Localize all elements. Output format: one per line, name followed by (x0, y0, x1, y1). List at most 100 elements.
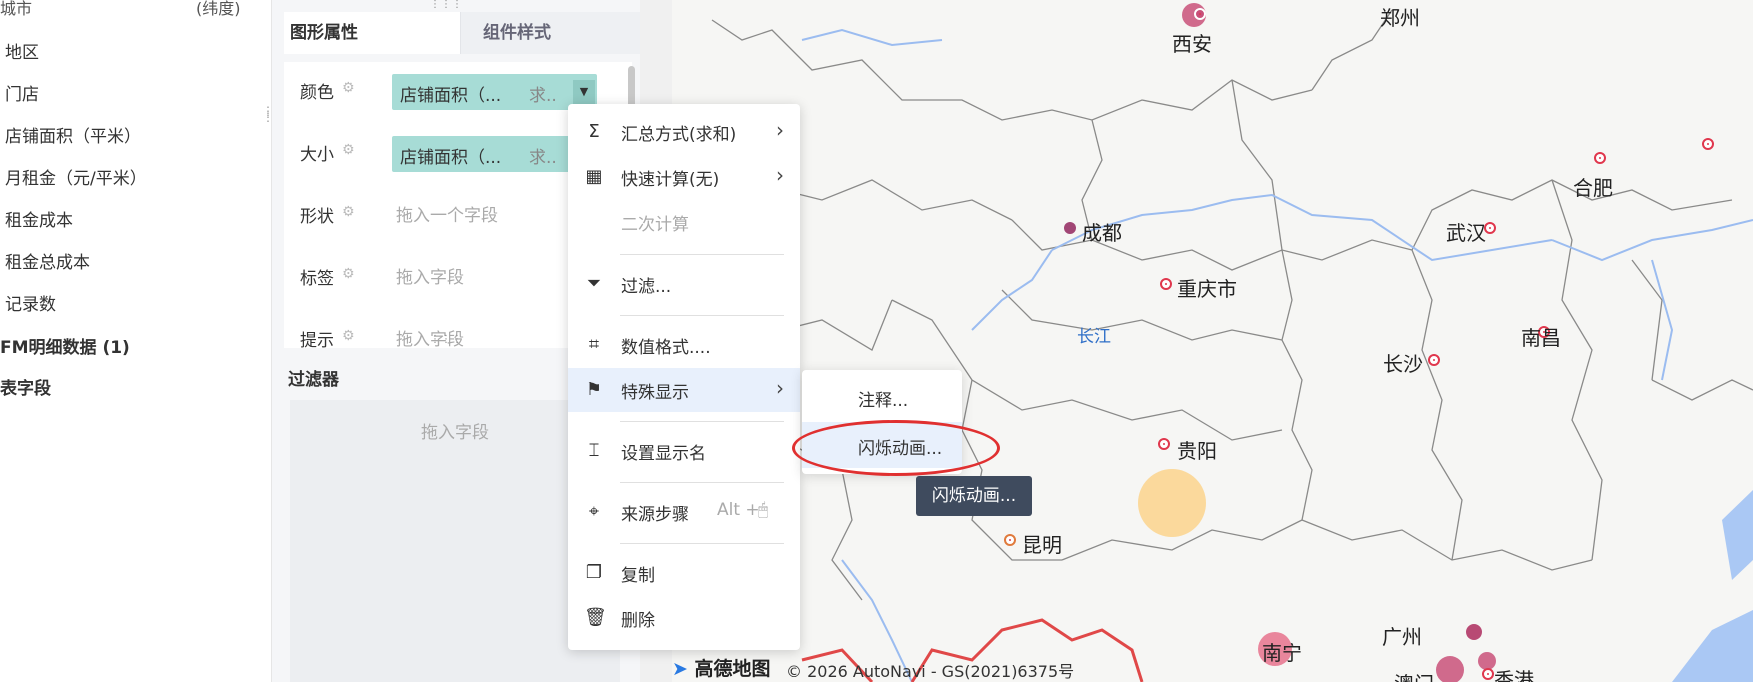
filter-icon: ⏷ (586, 273, 602, 294)
menu-separator (620, 315, 784, 316)
menu-item-label: 删除 (621, 611, 655, 631)
menu-item-set-display-name[interactable]: ⌶ 设置显示名 (568, 429, 800, 473)
menu-separator (620, 421, 784, 422)
field-rent-cost[interactable]: 租金成本 (5, 206, 73, 231)
bubble-macau[interactable] (1436, 656, 1464, 682)
copy-icon: ❐ (585, 562, 603, 583)
pill-aggregation: 求.. (529, 86, 557, 106)
gear-icon[interactable]: ⚙ (342, 205, 357, 220)
menu-item-quick-calc[interactable]: ▦ 快速计算(无) › (568, 155, 800, 199)
gear-icon[interactable]: ⚙ (342, 329, 357, 344)
city-label-hongkong: 香港 (1494, 668, 1534, 682)
trash-icon: 🗑 (584, 607, 607, 628)
menu-item-label: 来源步骤 (621, 505, 689, 525)
city-label-xian: 西安 (1172, 32, 1212, 56)
shelf-color-label: 颜色 (300, 83, 334, 103)
field-group-table-fields[interactable]: 表字段 (0, 374, 51, 399)
city-label-hefei: 合肥 (1573, 176, 1613, 200)
submenu-item-annotation[interactable]: 注释... (802, 374, 962, 420)
field-region[interactable]: 地区 (5, 38, 39, 63)
tab-component-style[interactable]: 组件样式 (460, 12, 641, 54)
menu-item-filter[interactable]: ⏷ 过滤... (568, 262, 800, 306)
shelf-label-label: 标签 (300, 269, 334, 289)
menu-item-label: 汇总方式(求和) (621, 125, 737, 145)
city-dot-chongqing (1160, 278, 1172, 290)
chevron-right-icon: › (776, 118, 784, 142)
bubble-guangzhou[interactable] (1466, 624, 1482, 640)
amap-logo[interactable]: ➤ 高德地图 (672, 654, 771, 681)
field-city-row[interactable]: 城市 (纬度) (0, 0, 250, 19)
menu-separator (620, 254, 784, 255)
menu-item-label: 二次计算 (621, 215, 689, 235)
chevron-right-icon: › (776, 163, 784, 187)
menu-separator (620, 543, 784, 544)
menu-item-secondary-calc: 二次计算 (568, 200, 800, 244)
flag-icon: ⚑ (585, 379, 603, 400)
menu-item-label: 设置显示名 (621, 444, 706, 464)
tab-graphic-properties-label: 图形属性 (290, 23, 358, 43)
shelf-size-label: 大小 (300, 145, 334, 165)
drag-handle-middle[interactable]: ⋮⋮⋮ (430, 335, 463, 345)
filter-section-title: 过滤器 (288, 370, 339, 390)
map-boundaries (701, 9, 1753, 682)
submenu-item-label: 注释... (858, 391, 909, 411)
field-group-fm-detail[interactable]: FM明细数据 (1) (0, 333, 130, 358)
city-dot-hongkong (1482, 668, 1494, 680)
gear-icon[interactable]: ⚙ (342, 81, 357, 96)
rename-icon: ⌶ (588, 440, 600, 461)
color-field-pill[interactable]: 店铺面积（... 求.. ▼ (392, 74, 597, 110)
menu-item-label: 特殊显示 (621, 383, 689, 403)
shelf-shape-placeholder: 拖入一个字段 (396, 206, 498, 226)
menu-item-label: 快速计算(无) (621, 170, 720, 190)
shelf-shape-label: 形状 (300, 207, 334, 227)
city-label-nanning: 南宁 (1262, 641, 1302, 665)
menu-shortcut: Alt + (717, 500, 760, 520)
field-store-area[interactable]: 店铺面积（平米） (5, 122, 141, 147)
drag-handle-top[interactable]: ⋮⋮⋮ (430, 0, 463, 10)
pill-field-name: 店铺面积（... (400, 86, 502, 106)
city-label-chongqing: 重庆市 (1177, 277, 1237, 301)
size-field-pill[interactable]: 店铺面积（... 求.. (392, 136, 597, 172)
city-label-kunming: 昆明 (1022, 533, 1062, 557)
field-list-panel: 城市 (纬度) 地区 门店 店铺面积（平米） 月租金（元/平米） 租金成本 租金… (0, 0, 274, 682)
chevron-right-icon: › (776, 376, 784, 400)
menu-item-copy[interactable]: ❐ 复制 (568, 551, 800, 595)
calculator-icon: ▦ (585, 166, 603, 187)
pill-field-name: 店铺面积（... (400, 148, 502, 168)
pill-aggregation: 求.. (529, 148, 557, 168)
bubble-chengdu[interactable] (1064, 222, 1076, 234)
field-store[interactable]: 门店 (5, 80, 39, 105)
menu-item-label: 数值格式.... (621, 338, 711, 358)
context-menu: Σ 汇总方式(求和) › ▦ 快速计算(无) › 二次计算 ⏷ 过滤... ⌗ … (568, 104, 800, 650)
menu-item-label: 过滤... (621, 277, 672, 297)
field-record-count[interactable]: 记录数 (5, 290, 56, 315)
field-monthly-rent[interactable]: 月租金（元/平米） (5, 164, 147, 189)
target-icon: ⌖ (588, 501, 600, 522)
menu-item-delete[interactable]: 🗑 删除 (568, 596, 800, 640)
city-label-zhengzhou: 郑州 (1380, 6, 1420, 30)
tab-graphic-properties[interactable]: 图形属性 (284, 12, 460, 54)
shelf-tooltip-label: 提示 (300, 331, 334, 348)
menu-item-aggregation[interactable]: Σ 汇总方式(求和) › (568, 110, 800, 154)
menu-separator (620, 482, 784, 483)
gear-icon[interactable]: ⚙ (342, 267, 357, 282)
mouse-icon: 🖱 (758, 500, 769, 520)
field-total-rent-cost[interactable]: 租金总成本 (5, 248, 90, 273)
dropdown-arrow-icon[interactable]: ▼ (573, 80, 595, 104)
city-label-nanchang: 南昌 (1521, 326, 1561, 350)
city-dot-hefei (1594, 152, 1606, 164)
river-label-yangtze: 长江 (1077, 327, 1111, 347)
city-label-macau: 澳门 (1394, 668, 1434, 682)
map-canvas[interactable]: 郑州 西安 合肥 成都 武汉 重庆市 南昌 长沙 贵阳 昆明 广州 南宁 澳门 … (640, 0, 1753, 682)
gear-icon[interactable]: ⚙ (342, 143, 357, 158)
city-dot-changsha (1428, 354, 1440, 366)
city-label-guiyang: 贵阳 (1177, 439, 1217, 463)
menu-item-special-display[interactable]: ⚑ 特殊显示 › (568, 368, 800, 412)
bubble-kunming[interactable] (1138, 469, 1206, 537)
city-label-wuhan: 武汉 (1446, 221, 1486, 245)
menu-item-number-format[interactable]: ⌗ 数值格式.... (568, 323, 800, 367)
field-city-label: 城市 (0, 0, 33, 18)
number-format-icon: ⌗ (588, 334, 600, 355)
property-tabs: 图形属性 组件样式 (284, 12, 641, 54)
menu-item-source-step[interactable]: ⌖ 来源步骤 Alt + 🖱 (568, 490, 800, 534)
